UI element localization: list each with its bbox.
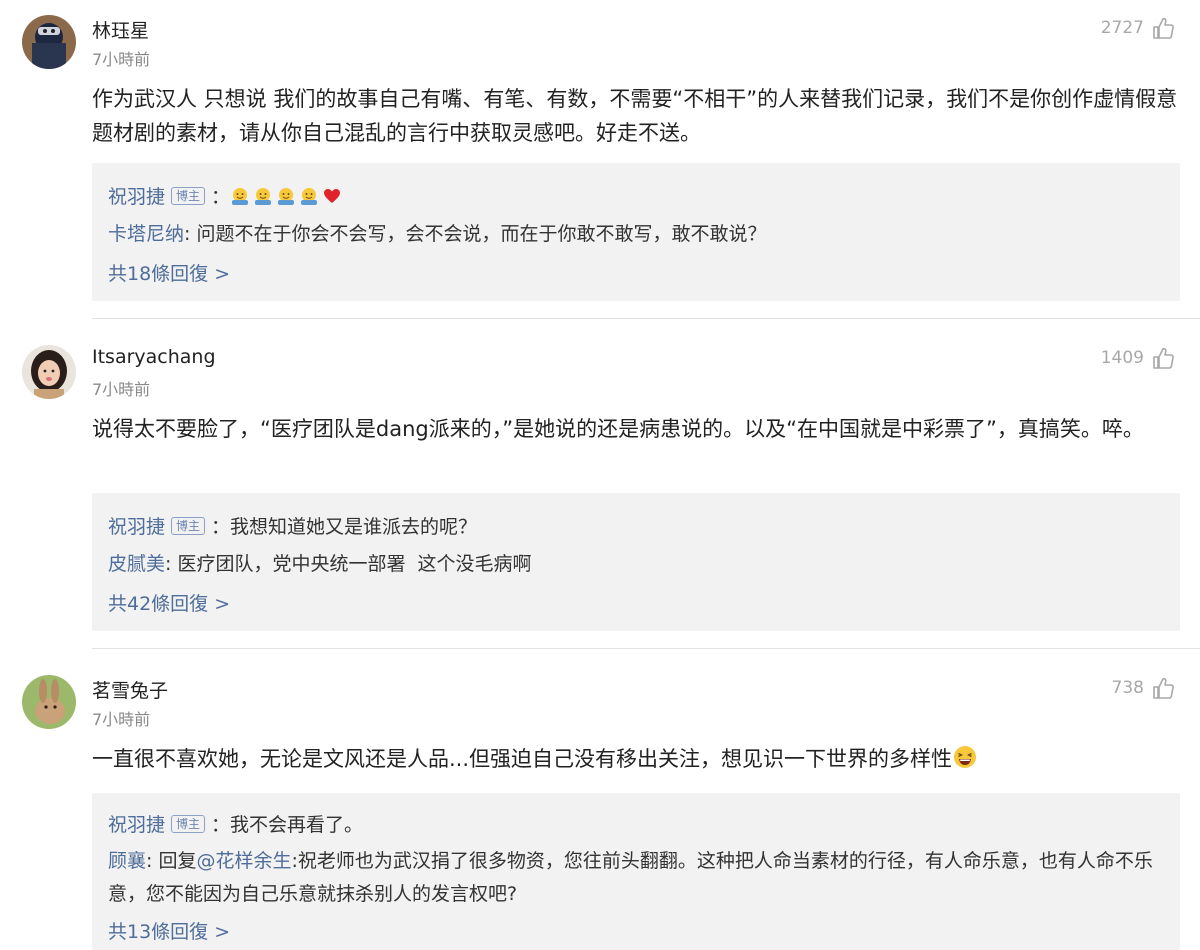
reply-text: 医疗团队，党中央统一部署 这个没毛病啊 xyxy=(177,553,532,575)
reply-author[interactable]: 卡塔尼纳 xyxy=(108,223,184,245)
reply-separator: ： xyxy=(211,516,231,538)
like-group: 738 xyxy=(1112,676,1174,700)
reply-text: 我想知道她又是谁派去的呢？ xyxy=(230,516,478,538)
reply-item: 皮腻美: 医疗团队，党中央统一部署 这个没毛病啊 xyxy=(108,548,1160,581)
mention-link[interactable]: @花样余生 xyxy=(196,850,291,872)
avatar[interactable] xyxy=(22,15,76,69)
blogger-badge: 博主 xyxy=(171,187,206,205)
hug-emoji xyxy=(301,188,318,205)
like-group: 2727 xyxy=(1101,16,1174,40)
avatar[interactable] xyxy=(22,675,76,729)
blogger-badge: 博主 xyxy=(171,517,206,535)
comment-username[interactable]: 茗雪兔子 xyxy=(92,676,168,703)
hug-emoji xyxy=(255,188,272,205)
thumbs-up-icon[interactable] xyxy=(1152,676,1174,700)
divider xyxy=(92,318,1200,319)
comment-text: 一直很不喜欢她，无论是文风还是人品...但强迫自己没有移出关注，想见识一下世界的… xyxy=(92,747,953,771)
comment-time: 7小時前 xyxy=(92,50,151,69)
hug-emoji xyxy=(232,188,249,205)
thumbs-up-icon[interactable] xyxy=(1152,16,1174,40)
comment-time: 7小時前 xyxy=(92,380,151,399)
reply-box: 祝羽捷 博主 ：我想知道她又是谁派去的呢？ 皮腻美: 医疗团队，党中央统一部署 这个… xyxy=(92,493,1180,631)
reply-author[interactable]: 皮腻美 xyxy=(108,553,165,575)
more-replies-link[interactable]: 共13條回復 > xyxy=(108,917,230,944)
like-count: 738 xyxy=(1111,678,1144,698)
reply-author[interactable]: 祝羽捷 xyxy=(108,516,165,538)
reply-item: 卡塔尼纳: 问题不在于你会不会写，会不会说，而在于你敢不敢写，敢不敢说？ xyxy=(108,218,1160,251)
reply-text: 问题不在于你会不会写，会不会说，而在于你敢不敢写，敢不敢说？ xyxy=(196,223,767,245)
emoji-row xyxy=(230,186,342,206)
reply-separator: ： xyxy=(211,814,231,836)
reply-item: 祝羽捷 博主 ：我想知道她又是谁派去的呢？ xyxy=(108,511,1160,544)
reply-separator: ： xyxy=(211,186,231,208)
reply-box: 祝羽捷 博主 ： 卡塔尼纳: 问题不在于你会不会写，会不会说，而在于你敢不敢写，敢不… xyxy=(92,163,1180,301)
comment-username[interactable]: 林珏星 xyxy=(92,16,149,43)
divider xyxy=(92,648,1200,649)
laughing-emoji xyxy=(954,746,977,768)
reply-separator: : xyxy=(165,553,178,575)
comment-text-row: 一直很不喜欢她，无论是文风还是人品...但强迫自己没有移出关注，想见识一下世界的… xyxy=(92,742,1182,776)
like-count: 2727 xyxy=(1100,18,1144,38)
reply-separator: : xyxy=(184,223,197,245)
comment-feed: 林珏星 7小時前 2727 作为武汉人 只想说 我们的故事自己有嘴、有笔、有数，… xyxy=(0,0,1200,950)
reply-author[interactable]: 祝羽捷 xyxy=(108,814,165,836)
reply-item: 祝羽捷 博主 ： xyxy=(108,181,1160,214)
avatar[interactable] xyxy=(22,345,76,399)
blogger-badge: 博主 xyxy=(171,815,206,833)
like-count: 1409 xyxy=(1100,348,1144,368)
reply-author[interactable]: 祝羽捷 xyxy=(108,186,165,208)
comment-text: 作为武汉人 只想说 我们的故事自己有嘴、有笔、有数，不需要“不相干”的人来替我们… xyxy=(92,87,1178,145)
comment-time: 7小時前 xyxy=(92,710,151,729)
more-replies-link[interactable]: 共42條回復 > xyxy=(108,589,230,616)
like-group: 1409 xyxy=(1101,346,1174,370)
reply-text: 我不会再看了。 xyxy=(230,814,364,836)
comment-text: 说得太不要脸了，“医疗团队是dang派来的，”是她说的还是病患说的。以及“在中国… xyxy=(92,417,1144,441)
reply-prefix: 回复 xyxy=(158,850,197,872)
thumbs-up-icon[interactable] xyxy=(1152,346,1174,370)
reply-item: 祝羽捷 博主 ：我不会再看了。 xyxy=(108,809,1160,842)
reply-item: 顾襄: 回复@花样余生:祝老师也为武汉捐了很多物资，您往前头翻翻。这种把人命当素… xyxy=(108,845,1160,911)
reply-author[interactable]: 顾襄 xyxy=(108,850,146,872)
comment-username[interactable]: Itsaryachang xyxy=(92,346,216,368)
heart-emoji xyxy=(324,189,341,203)
reply-separator: : xyxy=(146,850,159,872)
reply-box: 祝羽捷 博主 ：我不会再看了。 顾襄: 回复@花样余生:祝老师也为武汉捐了很多物资，… xyxy=(92,793,1180,950)
more-replies-link[interactable]: 共18條回復 > xyxy=(108,259,230,286)
hug-emoji xyxy=(278,188,295,205)
